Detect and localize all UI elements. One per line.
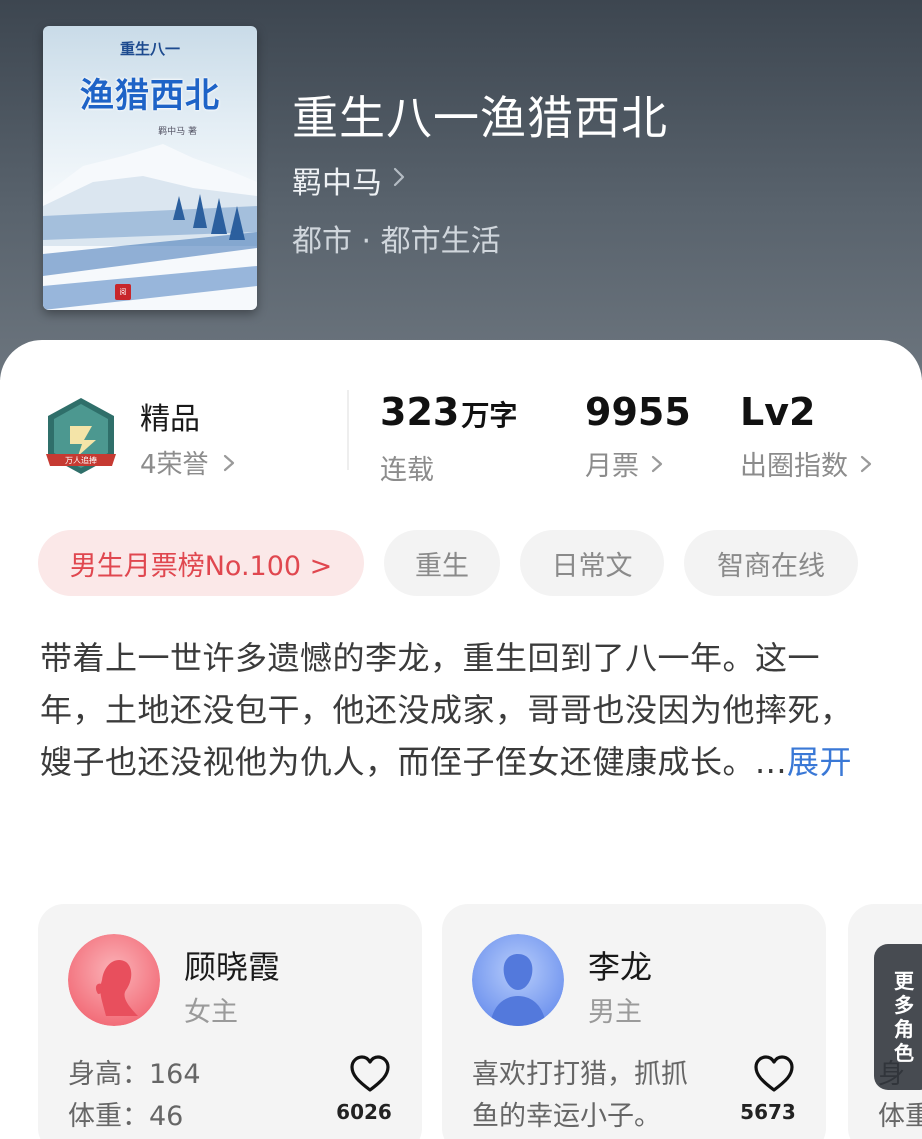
svg-text:万人追捧: 万人追捧 xyxy=(65,455,97,465)
book-header: 重生八一 渔猎西北 羁中马 著 阅 重生八一渔猎西北 羁中马 都市 · 都市生活 xyxy=(0,0,922,380)
cover-subtitle: 重生八一 xyxy=(119,40,180,58)
character-card[interactable]: 顾晓霞 女主 身高：164 体重：46 6026 xyxy=(38,904,422,1139)
more-characters-button[interactable]: 更多角色 xyxy=(874,944,922,1090)
chevron-right-icon xyxy=(223,454,234,471)
book-cover[interactable]: 重生八一 渔猎西北 羁中马 著 阅 xyxy=(43,26,257,310)
word-count-stat: 323 万字 连载 xyxy=(380,388,517,487)
character-role: 男主 xyxy=(588,997,642,1028)
honor-link[interactable]: 4荣誉 xyxy=(140,444,235,481)
book-genre: 都市 · 都市生活 xyxy=(292,224,501,259)
popularity-index-label: 出圈指数 xyxy=(740,451,848,482)
monthly-tickets-value: 9955 xyxy=(585,390,691,434)
cover-landscape-illustration xyxy=(43,144,257,310)
chevron-right-icon xyxy=(860,455,872,472)
quality-badge-icon: 万人追捧 xyxy=(46,398,116,474)
chevron-right-icon xyxy=(392,165,406,196)
character-height: 身高：164 xyxy=(68,1059,201,1090)
word-count-unit: 万字 xyxy=(461,399,518,432)
book-title: 重生八一渔猎西北 xyxy=(292,91,668,145)
author-name: 羁中马 xyxy=(292,166,382,201)
character-name: 顾晓霞 xyxy=(184,948,281,986)
honor-title: 精品 xyxy=(140,402,200,437)
character-description-line: 鱼的幸运小子。 xyxy=(472,1101,661,1132)
synopsis-text: 带着上一世许多遗憾的李龙，重生回到了八一年。这一年，土地还没包干，他还没成家，哥… xyxy=(40,639,853,781)
publisher-badge: 阅 xyxy=(115,284,131,300)
character-avatar xyxy=(472,934,564,1026)
more-characters-card[interactable]: 身 体重 更多角色 xyxy=(848,904,922,1139)
character-role: 女主 xyxy=(184,997,238,1028)
monthly-tickets-stat[interactable]: 9955 月票 xyxy=(585,388,691,483)
tag-rebirth[interactable]: 重生 xyxy=(384,530,500,596)
character-description-line: 喜欢打打猎，抓抓 xyxy=(472,1059,688,1090)
character-peek-line: 体重 xyxy=(878,1101,922,1132)
book-synopsis: 带着上一世许多遗憾的李龙，重生回到了八一年。这一年，土地还没包干，他还没成家，哥… xyxy=(40,632,882,788)
honor-count: 4荣誉 xyxy=(140,450,209,480)
monthly-tickets-label: 月票 xyxy=(585,451,639,482)
ranking-tag[interactable]: 男生月票榜No.100 > xyxy=(38,530,364,596)
character-avatar xyxy=(68,934,160,1026)
serialization-status: 连载 xyxy=(380,455,434,486)
author-link[interactable]: 羁中马 xyxy=(292,160,406,201)
character-name: 李龙 xyxy=(588,948,653,986)
stats-divider xyxy=(347,390,349,470)
like-count: 5673 xyxy=(740,1100,796,1124)
popularity-level-value: Lv2 xyxy=(740,390,816,434)
tag-daily-life[interactable]: 日常文 xyxy=(520,530,664,596)
like-count: 6026 xyxy=(336,1100,392,1124)
chevron-right-icon xyxy=(651,455,663,472)
heart-icon[interactable] xyxy=(752,1054,796,1094)
popularity-index-stat[interactable]: Lv2 出圈指数 xyxy=(740,388,872,483)
expand-synopsis-link[interactable]: 展开 xyxy=(787,743,852,781)
tag-smart-protagonist[interactable]: 智商在线 xyxy=(684,530,858,596)
character-card[interactable]: 李龙 男主 喜欢打打猎，抓抓 鱼的幸运小子。 5673 xyxy=(442,904,826,1139)
character-weight: 体重：46 xyxy=(68,1101,184,1132)
heart-icon[interactable] xyxy=(348,1054,392,1094)
cover-title: 渔猎西北 xyxy=(80,76,220,116)
word-count-value: 323 xyxy=(380,390,460,434)
